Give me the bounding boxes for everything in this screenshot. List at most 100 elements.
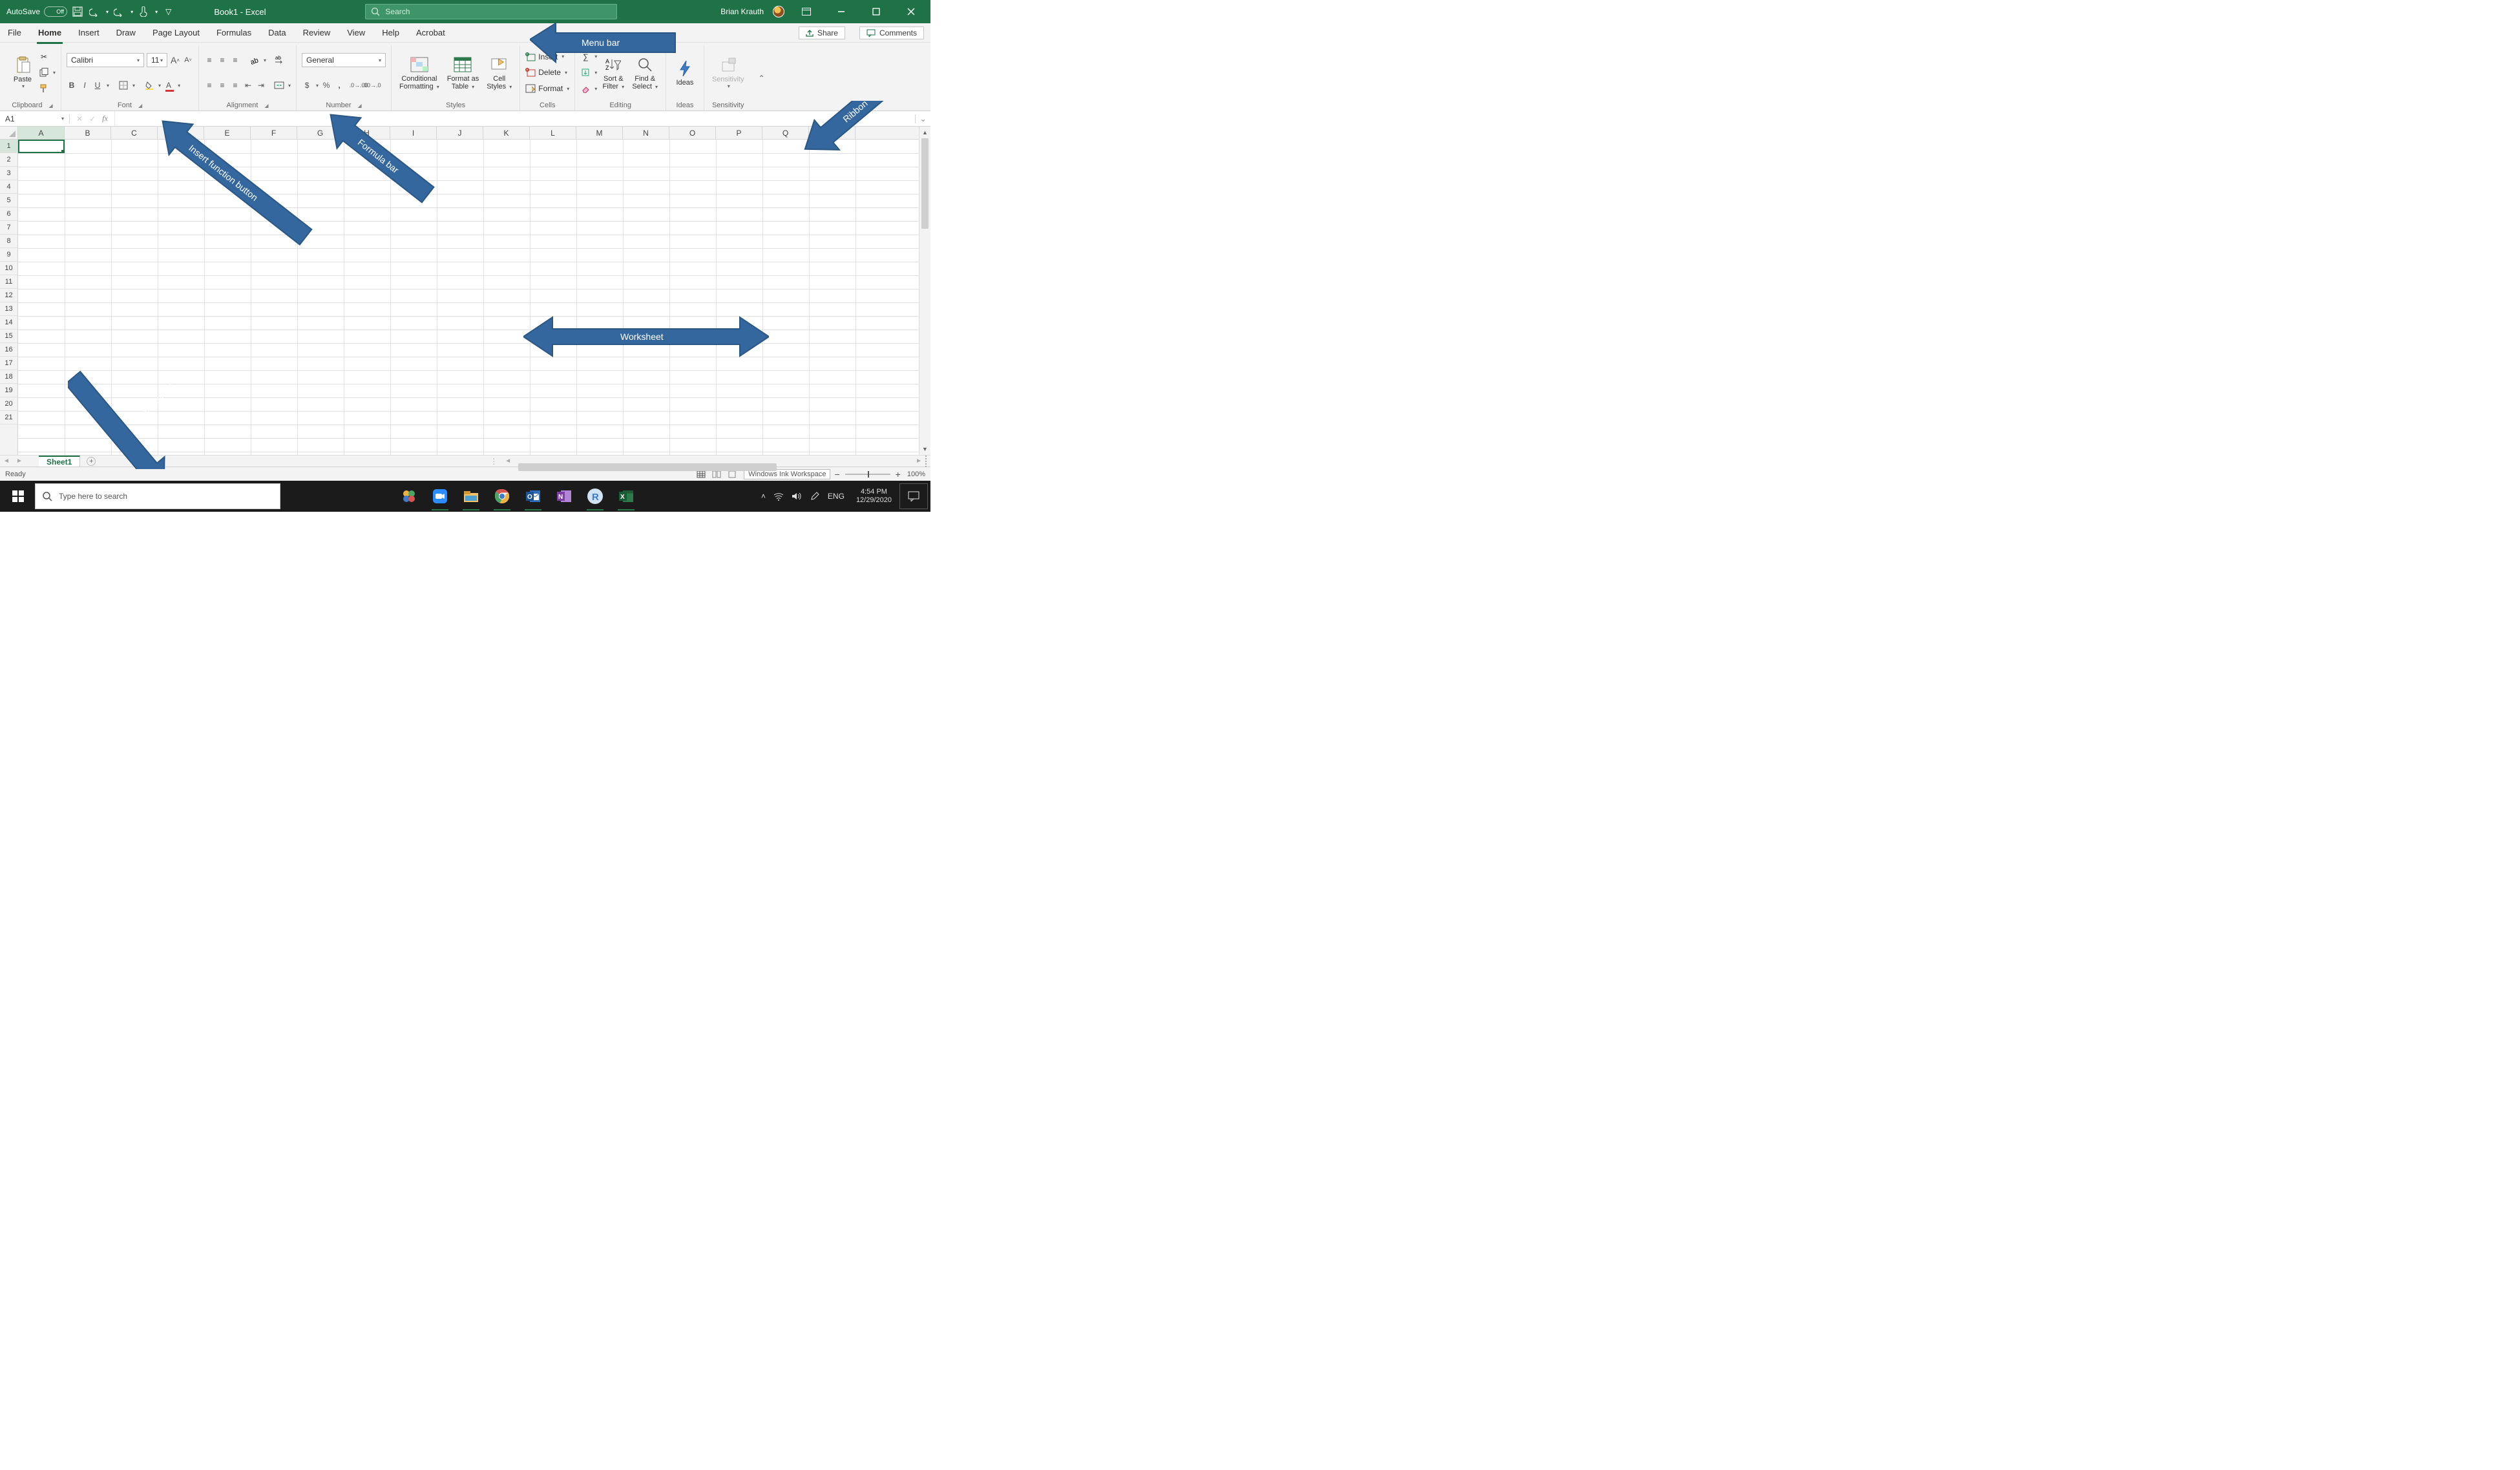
tab-formulas[interactable]: Formulas — [215, 25, 253, 40]
user-avatar[interactable] — [773, 6, 784, 17]
prev-sheet-icon[interactable]: ◄ — [0, 457, 13, 465]
number-format-select[interactable]: General▾ — [302, 53, 386, 67]
delete-cells-button[interactable]: ×Delete▾ — [525, 67, 569, 78]
taskbar-r[interactable]: R — [580, 481, 610, 512]
shrink-font-icon[interactable]: A˅ — [183, 55, 193, 65]
touch-icon[interactable] — [137, 5, 150, 18]
col-header-G[interactable]: G — [297, 127, 344, 139]
row-header-17[interactable]: 17 — [0, 357, 17, 370]
tab-file[interactable]: File — [6, 25, 23, 40]
align-center-icon[interactable]: ≡ — [217, 80, 227, 90]
save-icon[interactable] — [71, 5, 84, 18]
row-header-16[interactable]: 16 — [0, 343, 17, 357]
col-header-C[interactable]: C — [111, 127, 158, 139]
tray-chevron-icon[interactable]: ˄ — [761, 492, 766, 501]
col-header-I[interactable]: I — [390, 127, 437, 139]
taskbar-onenote[interactable]: N — [549, 481, 579, 512]
minimize-icon[interactable] — [828, 0, 854, 23]
formula-input[interactable] — [114, 111, 915, 126]
col-header-D[interactable]: D — [158, 127, 204, 139]
format-painter-button[interactable] — [39, 83, 56, 94]
increase-indent-icon[interactable]: ⇥ — [256, 80, 266, 90]
insert-function-button[interactable]: fx — [102, 114, 108, 123]
font-name-select[interactable]: Calibri▾ — [67, 53, 144, 67]
col-header-J[interactable]: J — [437, 127, 483, 139]
tab-data[interactable]: Data — [267, 25, 287, 40]
copy-button[interactable]: ▾ — [39, 67, 56, 78]
autosum-button[interactable]: ∑▾ — [580, 51, 597, 63]
row-header-6[interactable]: 6 — [0, 207, 17, 221]
underline-button[interactable]: U — [92, 80, 103, 90]
insert-cells-button[interactable]: +Insert▾ — [525, 51, 569, 63]
vertical-scrollbar[interactable]: ▲ ▼ — [919, 127, 930, 455]
vscroll-thumb[interactable] — [921, 138, 929, 229]
taskbar-excel[interactable]: X — [611, 481, 641, 512]
decrease-indent-icon[interactable]: ⇤ — [243, 80, 253, 90]
sort-filter-button[interactable]: AZ Sort &Filter ▾ — [600, 50, 627, 96]
scroll-left-icon[interactable]: ◄ — [501, 457, 514, 465]
column-headers[interactable]: ABCDEFGHIJKLMNOPQR — [18, 127, 919, 140]
clear-button[interactable]: ▾ — [580, 83, 597, 94]
zoom-out-icon[interactable]: − — [834, 469, 839, 479]
redo-icon[interactable] — [112, 5, 125, 18]
align-middle-icon[interactable]: ≡ — [217, 55, 227, 65]
sensitivity-button[interactable]: Sensitivity▾ — [709, 50, 747, 96]
row-header-10[interactable]: 10 — [0, 262, 17, 275]
comments-button[interactable]: Comments — [859, 26, 924, 39]
taskbar-clock[interactable]: 4:54 PM12/29/2020 — [852, 488, 896, 505]
active-cell-a1[interactable] — [18, 140, 65, 153]
col-header-E[interactable]: E — [204, 127, 251, 139]
orientation-icon[interactable]: ab — [249, 55, 260, 65]
row-header-13[interactable]: 13 — [0, 302, 17, 316]
cell-styles-button[interactable]: CellStyles ▾ — [484, 50, 514, 96]
row-header-14[interactable]: 14 — [0, 316, 17, 330]
row-header-7[interactable]: 7 — [0, 221, 17, 235]
zoom-in-icon[interactable]: + — [896, 469, 901, 479]
col-header-A[interactable]: A — [18, 127, 65, 139]
enter-formula-icon[interactable]: ✓ — [89, 114, 96, 123]
cut-button[interactable]: ✂ — [39, 51, 56, 63]
cells-area[interactable] — [18, 140, 919, 455]
next-sheet-icon[interactable]: ► — [13, 457, 26, 465]
row-header-21[interactable]: 21 — [0, 411, 17, 425]
row-header-18[interactable]: 18 — [0, 370, 17, 384]
col-header-K[interactable]: K — [483, 127, 530, 139]
share-button[interactable]: Share — [799, 26, 845, 39]
autosave-toggle[interactable]: Off — [44, 6, 67, 17]
scroll-up-icon[interactable]: ▲ — [919, 127, 930, 138]
accounting-icon[interactable]: $ — [302, 80, 312, 90]
font-color-icon[interactable]: A — [163, 80, 174, 90]
split-handle[interactable] — [925, 456, 929, 467]
row-header-11[interactable]: 11 — [0, 275, 17, 289]
col-header-L[interactable]: L — [530, 127, 576, 139]
ideas-button[interactable]: Ideas — [671, 50, 698, 96]
action-center-icon[interactable] — [899, 483, 928, 509]
taskbar-search[interactable]: Type here to search — [35, 483, 280, 509]
tab-home[interactable]: Home — [37, 25, 63, 40]
align-top-icon[interactable]: ≡ — [204, 55, 215, 65]
row-headers[interactable]: 123456789101112131415161718192021 — [0, 140, 18, 455]
fill-button[interactable]: ▾ — [580, 67, 597, 78]
borders-icon[interactable] — [118, 80, 129, 90]
decrease-decimal-icon[interactable]: .00→.0 — [366, 80, 377, 90]
row-header-19[interactable]: 19 — [0, 384, 17, 397]
bold-button[interactable]: B — [67, 80, 77, 90]
row-header-5[interactable]: 5 — [0, 194, 17, 207]
collapse-ribbon-icon[interactable]: ⌃ — [752, 74, 772, 83]
close-icon[interactable] — [898, 0, 924, 23]
col-header-F[interactable]: F — [251, 127, 297, 139]
worksheet-grid[interactable]: ABCDEFGHIJKLMNOPQR 123456789101112131415… — [0, 127, 930, 467]
align-bottom-icon[interactable]: ≡ — [230, 55, 240, 65]
tab-insert[interactable]: Insert — [77, 25, 101, 40]
row-header-12[interactable]: 12 — [0, 289, 17, 302]
search-box[interactable]: Search — [365, 4, 617, 19]
maximize-icon[interactable] — [863, 0, 889, 23]
taskbar-chrome[interactable] — [487, 481, 517, 512]
scroll-right-icon[interactable]: ► — [912, 457, 925, 465]
tab-help[interactable]: Help — [381, 25, 401, 40]
row-header-8[interactable]: 8 — [0, 235, 17, 248]
row-header-3[interactable]: 3 — [0, 167, 17, 180]
format-as-table-button[interactable]: Format asTable ▾ — [445, 50, 482, 96]
start-button[interactable] — [3, 481, 34, 512]
col-header-Q[interactable]: Q — [762, 127, 809, 139]
